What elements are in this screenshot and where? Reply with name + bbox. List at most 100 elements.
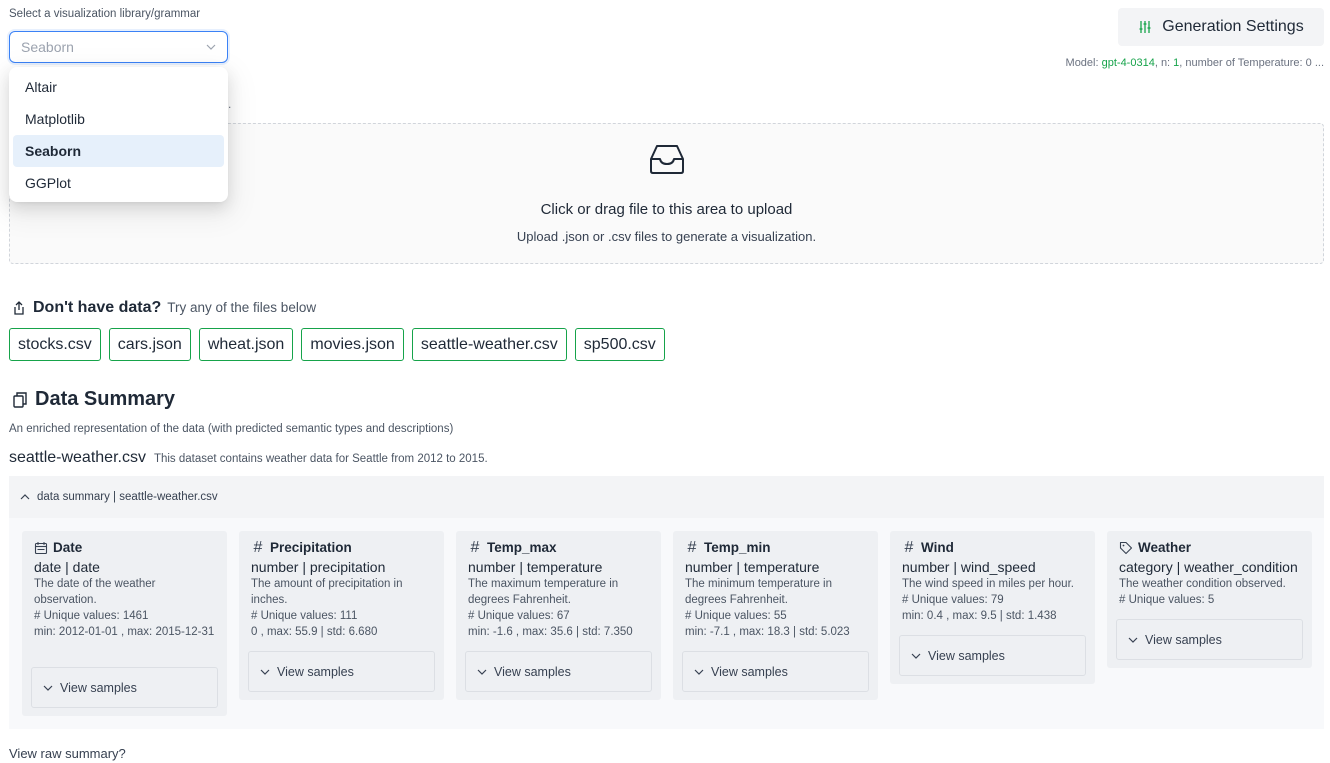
field-unique-values: # Unique values: 67	[468, 610, 570, 622]
view-samples-label: View samples	[711, 664, 788, 679]
field-name: Temp_max	[487, 540, 557, 555]
data-summary-collapse-header[interactable]: data summary | seattle-weather.csv	[9, 476, 1324, 518]
tag-icon	[1119, 541, 1133, 555]
field-unique-values: # Unique values: 55	[685, 610, 787, 622]
library-select-label: Select a visualization library/grammar	[9, 8, 201, 20]
field-unique-values: # Unique values: 111	[251, 610, 358, 622]
sample-file-button[interactable]: movies.json	[301, 328, 404, 361]
chevron-down-icon	[911, 653, 921, 659]
field-unique-values: # Unique values: 5	[1119, 594, 1215, 606]
view-raw-summary-link[interactable]: View raw summary?	[9, 746, 126, 761]
chevron-down-icon	[477, 669, 487, 675]
field-unique-values: # Unique values: 1461	[34, 610, 149, 622]
chevron-down-icon	[260, 669, 270, 675]
field-type: number | wind_speed	[902, 559, 1036, 575]
hash-icon: #	[470, 538, 480, 556]
field-type: number | precipitation	[251, 559, 386, 575]
generation-settings-label: Generation Settings	[1162, 18, 1304, 35]
view-samples-label: View samples	[494, 664, 571, 679]
share-icon	[14, 301, 24, 315]
dataset-info: seattle-weather.csv This dataset contain…	[9, 449, 488, 467]
library-option-altair[interactable]: Altair	[13, 71, 224, 103]
model-name: gpt-4-0314	[1101, 57, 1155, 69]
view-samples-button[interactable]: View samples	[1116, 619, 1303, 660]
obscured-text-tail: .	[228, 97, 232, 111]
field-description: The amount of precipitation in inches.	[251, 578, 403, 606]
sample-file-button[interactable]: wheat.json	[198, 328, 294, 361]
view-samples-button[interactable]: View samples	[682, 651, 869, 692]
sample-file-list: stocks.csv cars.json wheat.json movies.j…	[9, 328, 665, 361]
view-samples-button[interactable]: View samples	[31, 667, 218, 708]
data-summary-heading: Data Summary	[35, 388, 176, 410]
field-type: date | date	[34, 559, 100, 575]
data-summary-title: Data Summary	[11, 388, 175, 411]
field-description: The wind speed in miles per hour.	[902, 578, 1074, 590]
library-option-seaborn[interactable]: Seaborn	[13, 135, 224, 167]
field-stats: min: 0.4 , max: 9.5 | std: 1.438	[902, 610, 1057, 622]
library-select-value: Seaborn	[21, 39, 74, 55]
dataset-file-name: seattle-weather.csv	[9, 449, 146, 466]
field-unique-values: # Unique values: 79	[902, 594, 1004, 606]
chevron-up-icon	[20, 494, 30, 500]
field-name: Weather	[1138, 540, 1192, 555]
chevron-down-icon	[206, 44, 216, 50]
view-samples-label: View samples	[928, 648, 1005, 663]
library-option-ggplot[interactable]: GGPlot	[13, 167, 224, 199]
inbox-icon	[650, 145, 684, 174]
field-name: Temp_min	[704, 540, 771, 555]
data-summary-description: An enriched representation of the data (…	[9, 423, 454, 435]
field-description: The date of the weather observation.	[34, 578, 156, 606]
sliders-icon	[1139, 21, 1151, 33]
copy-icon	[13, 391, 27, 408]
field-card-temp-min: # Temp_min number | temperature The minim…	[673, 531, 878, 700]
view-samples-label: View samples	[1145, 632, 1222, 647]
library-dropdown: Altair Matplotlib Seaborn GGPlot	[9, 67, 228, 202]
sample-file-button[interactable]: sp500.csv	[574, 328, 665, 361]
field-name: Date	[53, 540, 83, 555]
chevron-down-icon	[694, 669, 704, 675]
field-stats: min: 2012-01-01 , max: 2015-12-31	[34, 626, 215, 638]
field-description: The weather condition observed.	[1119, 578, 1286, 590]
sample-data-prompt: Don't have data? Try any of the files be…	[11, 299, 316, 317]
upload-title: Click or drag file to this area to uploa…	[540, 201, 793, 218]
field-card-wind: # Wind number | wind_speed The wind speed…	[890, 531, 1095, 684]
sample-file-button[interactable]: cars.json	[108, 328, 191, 361]
field-card-precipitation: # Precipitation number | precipitation Th…	[239, 531, 444, 700]
field-type: number | temperature	[468, 559, 603, 575]
temperature-text: , number of Temperature: 0 ...	[1179, 57, 1324, 69]
view-samples-button[interactable]: View samples	[248, 651, 435, 692]
model-info: Model: gpt-4-0314, n: 1, number of Tempe…	[1066, 57, 1324, 69]
field-stats: 0 , max: 55.9 | std: 6.680	[251, 626, 378, 638]
hash-icon: #	[687, 538, 697, 556]
sample-file-button[interactable]: stocks.csv	[9, 328, 101, 361]
field-description: The minimum temperature in degrees Fahre…	[685, 578, 832, 606]
chevron-down-icon	[43, 685, 53, 691]
view-samples-button[interactable]: View samples	[465, 651, 652, 692]
view-samples-label: View samples	[60, 680, 137, 695]
view-samples-button[interactable]: View samples	[899, 635, 1086, 676]
hash-icon: #	[904, 538, 914, 556]
chevron-down-icon	[1128, 637, 1138, 643]
collapse-label: data summary | seattle-weather.csv	[37, 491, 218, 503]
generation-settings-button[interactable]: Generation Settings	[1118, 8, 1324, 46]
sample-data-hint: Try any of the files below	[167, 300, 317, 315]
field-card-date: Date date | date The date of the weather…	[22, 531, 227, 716]
field-description: The maximum temperature in degrees Fahre…	[468, 578, 619, 606]
field-card-temp-max: # Temp_max number | temperature The maxim…	[456, 531, 661, 700]
sample-data-heading: Don't have data?	[33, 299, 162, 316]
model-prefix: Model:	[1065, 57, 1102, 69]
library-select[interactable]: Seaborn	[9, 31, 228, 63]
sample-file-button[interactable]: seattle-weather.csv	[411, 328, 567, 361]
calendar-icon	[34, 541, 48, 555]
library-option-matplotlib[interactable]: Matplotlib	[13, 103, 224, 135]
n-prefix: , n:	[1154, 57, 1174, 69]
field-type: category | weather_condition	[1119, 559, 1298, 575]
field-type: number | temperature	[685, 559, 820, 575]
field-stats: min: -7.1 , max: 18.3 | std: 5.023	[685, 626, 850, 638]
field-stats: min: -1.6 , max: 35.6 | std: 7.350	[468, 626, 633, 638]
field-card-weather: Weather category | weather_condition The…	[1107, 531, 1312, 668]
upload-subtitle: Upload .json or .csv files to generate a…	[516, 229, 817, 244]
field-name: Precipitation	[270, 540, 352, 555]
view-samples-label: View samples	[277, 664, 354, 679]
hash-icon: #	[253, 538, 263, 556]
